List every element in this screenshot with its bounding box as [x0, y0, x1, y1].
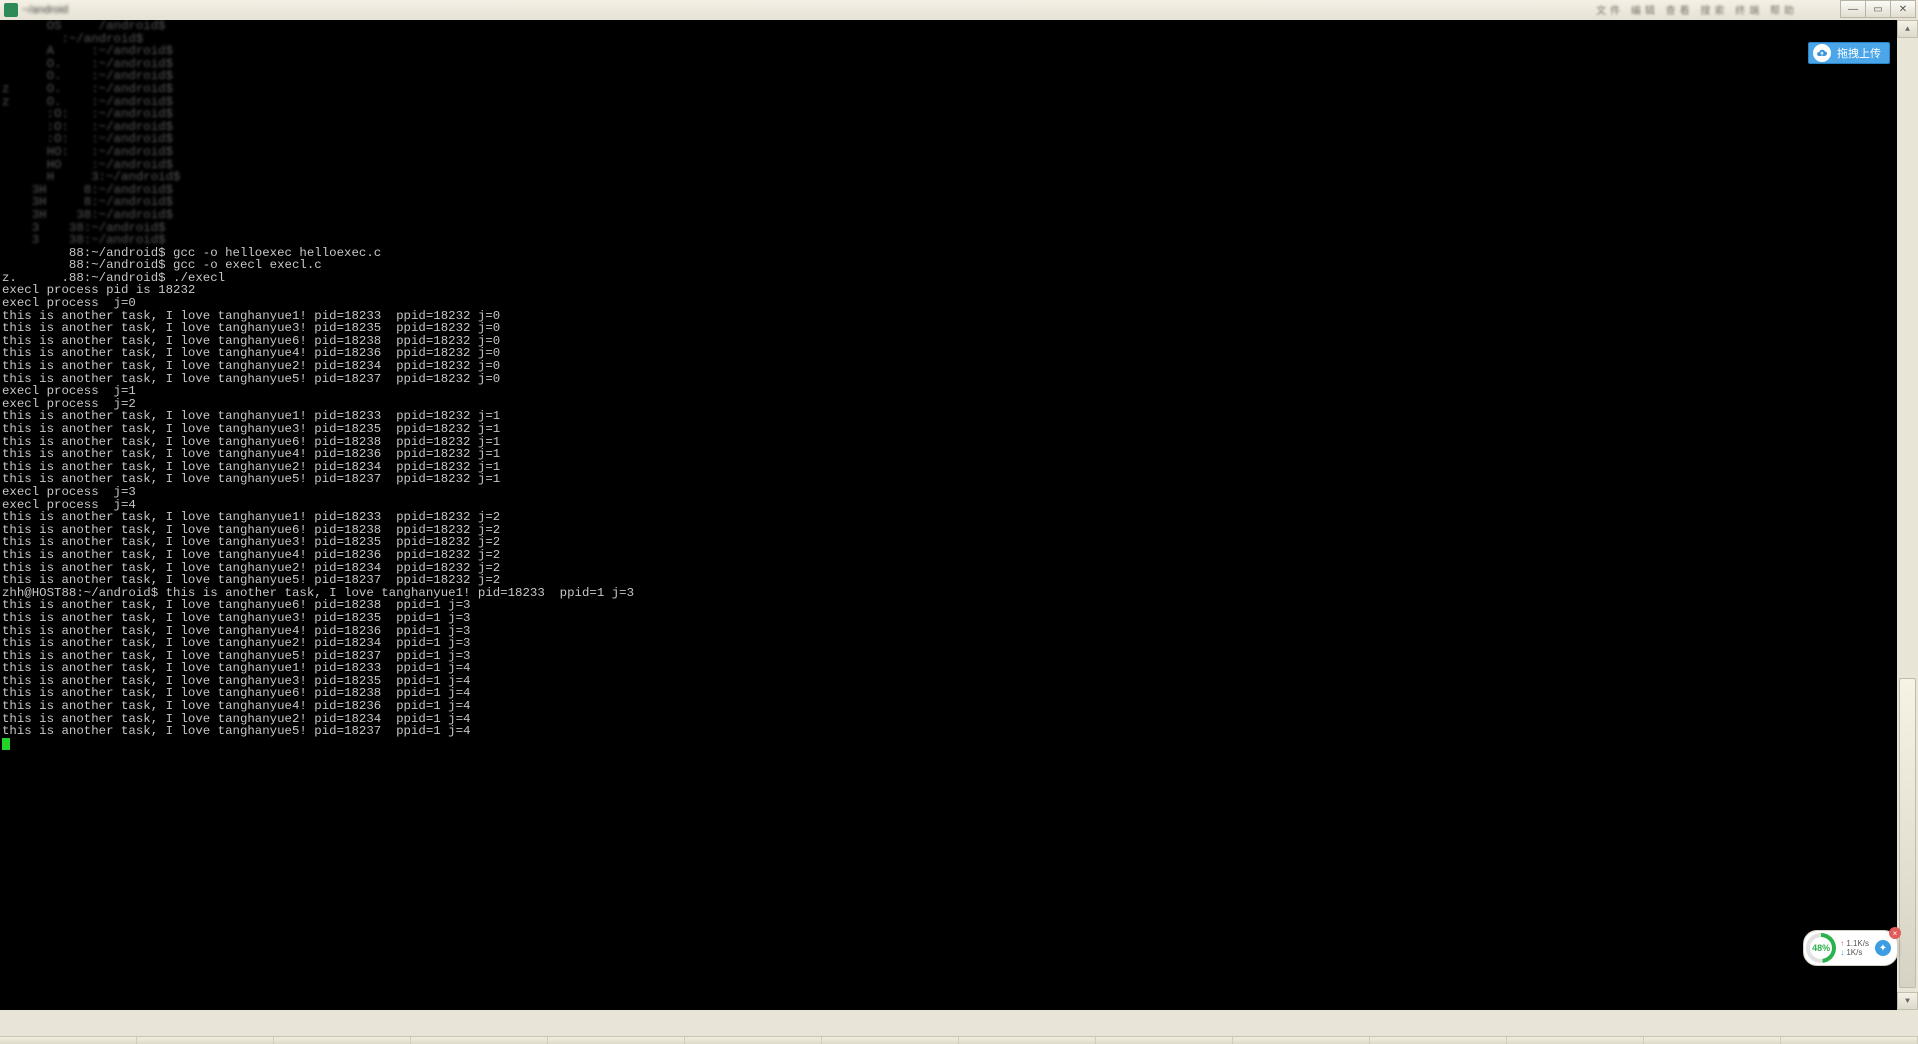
terminal-line: z O. :~/android$ — [2, 96, 1895, 109]
scroll-down-button[interactable]: ▼ — [1897, 992, 1918, 1010]
upload-rate: 1.1K/s — [1840, 939, 1869, 948]
minimize-button[interactable]: — — [1840, 0, 1866, 18]
menubar-hints: 文件 编辑 查看 搜索 终端 帮助 — [1596, 2, 1798, 17]
terminal-line: z O. :~/android$ — [2, 83, 1895, 96]
terminal-line: HO :~/android$ — [2, 159, 1895, 172]
drag-upload-button[interactable]: 拖拽上传 — [1808, 42, 1890, 64]
os-taskbar[interactable] — [0, 1036, 1918, 1044]
terminal-line: :O: :~/android$ — [2, 133, 1895, 146]
maximize-icon: ▭ — [1873, 4, 1882, 15]
widget-close-icon[interactable]: × — [1889, 927, 1901, 939]
vertical-scrollbar[interactable]: ▲ ▼ — [1897, 20, 1918, 1010]
terminal-line: this is another task, I love tanghanyue2… — [2, 637, 1895, 650]
network-monitor-widget[interactable]: 48% 1.1K/s 1K/s ✦ × — [1803, 930, 1898, 966]
terminal-line: O. :~/android$ — [2, 70, 1895, 83]
terminal-line: execl process j=3 — [2, 486, 1895, 499]
terminal-cursor — [2, 738, 10, 750]
terminal-line: this is another task, I love tanghanyue1… — [2, 662, 1895, 675]
terminal-line: OS /android$ — [2, 20, 1895, 33]
cpu-gauge-icon: 48% — [1806, 933, 1836, 963]
scroll-thumb[interactable] — [1899, 678, 1916, 988]
maximize-button[interactable]: ▭ — [1865, 0, 1891, 18]
terminal-line: this is another task, I love tanghanyue4… — [2, 700, 1895, 713]
terminal-line: execl process pid is 18232 — [2, 284, 1895, 297]
terminal-line: this is another task, I love tanghanyue5… — [2, 373, 1895, 386]
terminal-line: :~/android$ — [2, 33, 1895, 46]
close-icon: ✕ — [1899, 4, 1907, 15]
terminal-line: this is another task, I love tanghanyue1… — [2, 511, 1895, 524]
window-titlebar: ~/android 文件 编辑 查看 搜索 终端 帮助 — ▭ ✕ — [0, 0, 1918, 20]
terminal-line: :O: :~/android$ — [2, 108, 1895, 121]
terminal-line: this is another task, I love tanghanyue4… — [2, 549, 1895, 562]
terminal-line: 3 38:~/android$ — [2, 222, 1895, 235]
terminal-line: this is another task, I love tanghanyue4… — [2, 448, 1895, 461]
terminal-line: A :~/android$ — [2, 45, 1895, 58]
accelerate-icon[interactable]: ✦ — [1875, 940, 1891, 956]
terminal-line: 88:~/android$ gcc -o execl execl.c — [2, 259, 1895, 272]
terminal-line: O. :~/android$ — [2, 58, 1895, 71]
terminal-line: 3H 38:~/android$ — [2, 209, 1895, 222]
terminal-line: this is another task, I love tanghanyue3… — [2, 423, 1895, 436]
terminal-line: :O: :~/android$ — [2, 121, 1895, 134]
cpu-gauge-value: 48% — [1812, 943, 1830, 953]
terminal-line: z. .88:~/android$ ./execl — [2, 272, 1895, 285]
terminal-line: this is another task, I love tanghanyue3… — [2, 612, 1895, 625]
terminal-line: 3H 8:~/android$ — [2, 184, 1895, 197]
terminal-line: HO: :~/android$ — [2, 146, 1895, 159]
terminal-line: 3H 8:~/android$ — [2, 196, 1895, 209]
drag-upload-label: 拖拽上传 — [1837, 45, 1881, 61]
terminal-cursor-line[interactable] — [2, 738, 1895, 751]
terminal-line: this is another task, I love tanghanyue3… — [2, 322, 1895, 335]
terminal-pane[interactable]: OS /android$ :~/android$ A :~/android$ O… — [0, 20, 1897, 1010]
close-button[interactable]: ✕ — [1890, 0, 1916, 18]
terminal-line: this is another task, I love tanghanyue5… — [2, 574, 1895, 587]
terminal-line: this is another task, I love tanghanyue2… — [2, 360, 1895, 373]
terminal-line: H 3:~/android$ — [2, 171, 1895, 184]
cloud-upload-icon — [1813, 44, 1831, 62]
minimize-icon: — — [1848, 4, 1858, 15]
window-title: ~/android — [22, 4, 68, 16]
scroll-up-button[interactable]: ▲ — [1897, 20, 1918, 38]
terminal-line: this is another task, I love tanghanyue5… — [2, 473, 1895, 486]
scroll-track[interactable] — [1897, 38, 1918, 992]
terminal-app-icon — [4, 3, 18, 17]
terminal-line: execl process j=1 — [2, 385, 1895, 398]
network-rates: 1.1K/s 1K/s — [1840, 939, 1869, 957]
terminal-line: 3 38:~/android$ — [2, 234, 1895, 247]
terminal-line: this is another task, I love tanghanyue5… — [2, 725, 1895, 738]
terminal-line: execl process j=0 — [2, 297, 1895, 310]
download-rate: 1K/s — [1840, 948, 1869, 957]
